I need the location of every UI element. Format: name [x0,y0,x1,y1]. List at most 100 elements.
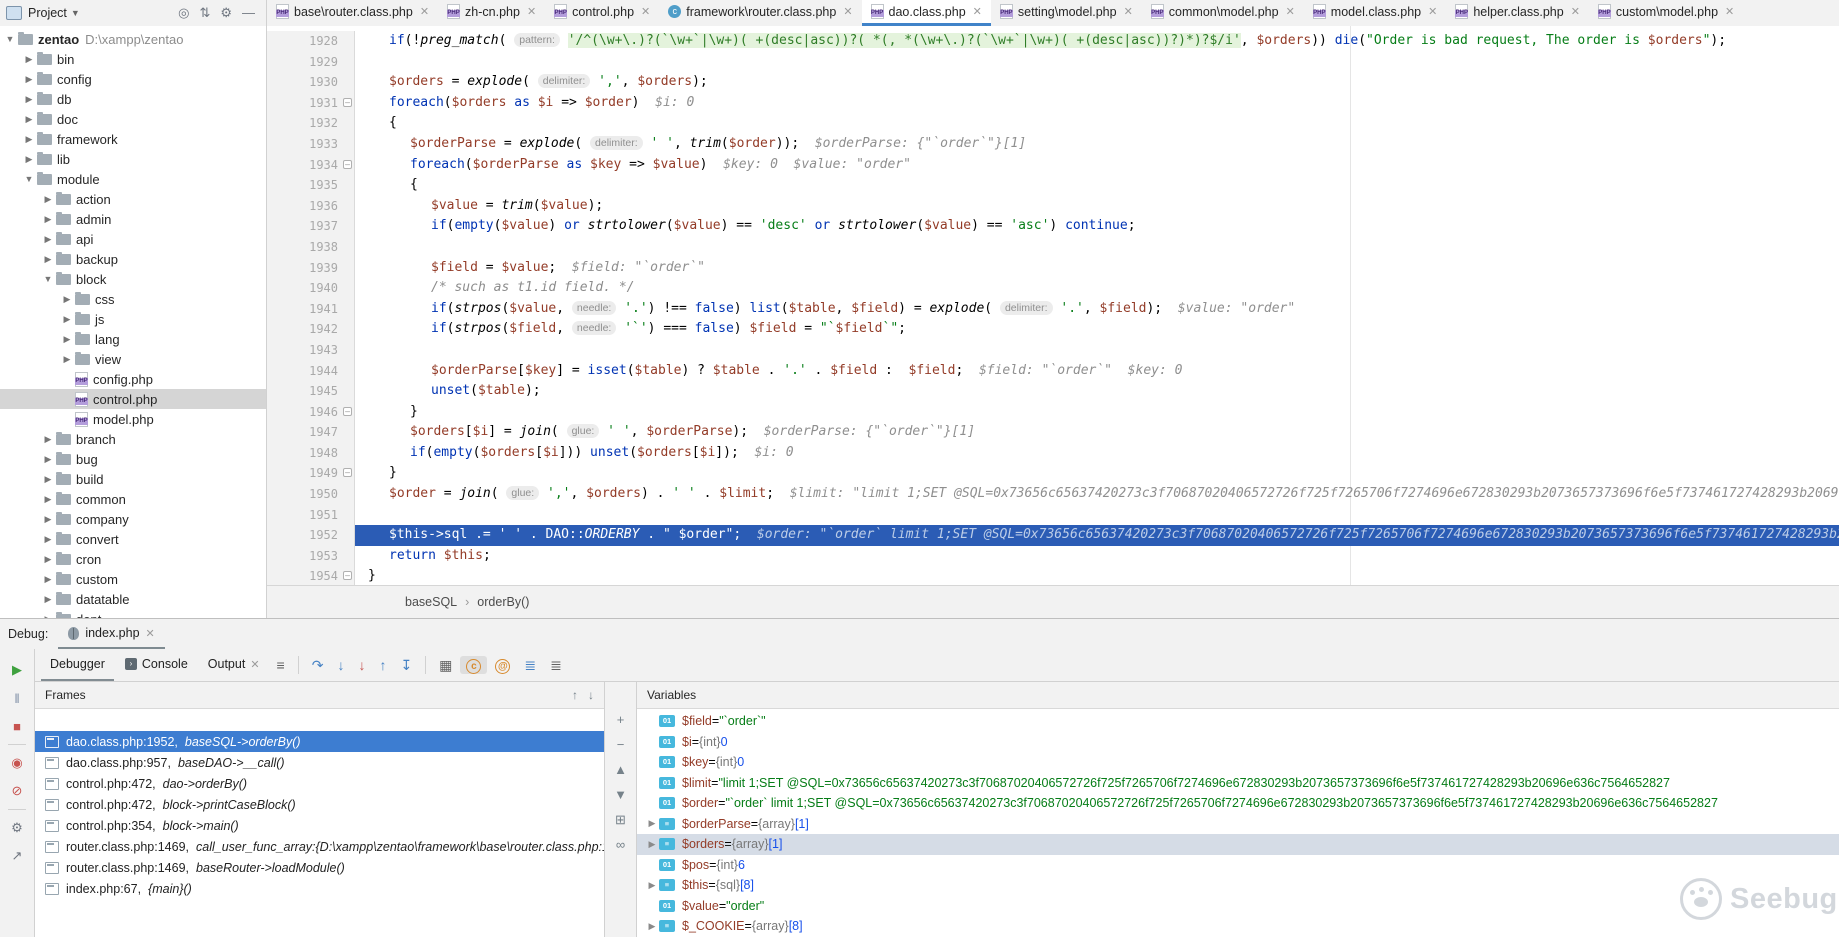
frame-down-icon[interactable]: ↓ [588,688,594,702]
code-text[interactable]: { [355,175,1839,196]
frame-row[interactable]: control.php:472, block->printCaseBlock() [35,794,604,815]
code-line-1932[interactable]: 1932 { [267,113,1839,134]
locate-icon[interactable]: ◎ [178,5,189,20]
add-to-watches-icon[interactable]: ≣ [544,657,568,674]
editor-tab[interactable]: zh-cn.php ✕ [438,0,545,26]
chevron-right-icon[interactable]: ▶ [42,514,54,525]
tree-item-control-php[interactable]: control.php [0,389,266,409]
code-text[interactable]: $order = join( glue: ',', $orders) . ' '… [355,484,1839,505]
tree-item-framework[interactable]: ▶ framework [0,129,266,149]
code-text[interactable]: $orders = explode( delimiter: ',', $orde… [355,72,1839,93]
tree-item-view[interactable]: ▶ view [0,349,266,369]
run-to-cursor-icon[interactable]: ↧ [394,657,418,674]
code-line-1937[interactable]: 1937 if(empty($value) or strtolower($valu… [267,216,1839,237]
close-icon[interactable]: ✕ [146,627,155,640]
fold-marker-icon[interactable]: – [343,97,352,107]
chevron-right-icon[interactable]: ▶ [645,818,659,829]
code-line-1928[interactable]: 1928 if(!preg_match( pattern: '/^(\w+\.)?… [267,31,1839,52]
code-text[interactable]: $orderParse[$key] = isset($table) ? $tab… [355,361,1839,382]
variable-row[interactable]: 01 $pos = {int} 6 [637,855,1839,876]
numbered-list-icon[interactable]: ≣ [518,657,542,674]
step-out-icon[interactable]: ↑ [373,657,392,673]
tree-item-js[interactable]: ▶ js [0,309,266,329]
frame-up-icon[interactable]: ↑ [572,688,578,702]
breadcrumb-method[interactable]: orderBy() [477,595,529,609]
frame-row[interactable]: router.class.php:1469, baseRouter->loadMo… [35,857,604,878]
close-icon[interactable]: ✕ [1428,5,1437,18]
code-text[interactable]: } [355,463,1839,484]
step-over-icon[interactable]: ↷ [306,657,330,674]
code-line-1953[interactable]: 1953 return $this; [267,545,1839,567]
chevron-down-icon[interactable]: ▼ [4,34,16,44]
code-line-1944[interactable]: 1944 $orderParse[$key] = isset($table) ? … [267,360,1839,382]
tree-item-model-php[interactable]: model.php [0,409,266,429]
fold-marker-icon[interactable]: – [343,406,352,416]
debug-tab-console[interactable]: › Console [116,649,197,681]
code-line-1930[interactable]: 1930 $orders = explode( delimiter: ',', $… [267,72,1839,93]
close-icon[interactable]: ✕ [1725,5,1734,18]
hide-panel-icon[interactable]: — [242,5,255,20]
code-text[interactable] [355,340,1839,361]
code-line-1929[interactable]: 1929 [267,51,1839,73]
code-text[interactable]: $value = trim($value); [355,196,1839,217]
editor-tab[interactable]: setting\model.php ✕ [991,0,1142,26]
code-line-1934[interactable]: 1934– foreach($orderParse as $key => $val… [267,154,1839,176]
tree-item-custom[interactable]: ▶ custom [0,569,266,589]
code-text[interactable]: return $this; [355,546,1839,567]
code-text[interactable]: $this->sql .= ' ' . DAO::ORDERBY . " $or… [355,525,1839,546]
code-line-1951[interactable]: 1951 [267,504,1839,526]
tree-item-config-php[interactable]: config.php [0,369,266,389]
editor-tab[interactable]: common\model.php ✕ [1142,0,1304,26]
tree-item-dept[interactable]: ▶dept [0,609,266,618]
close-icon[interactable]: ✕ [641,5,650,18]
chevron-right-icon[interactable]: ▶ [23,154,35,165]
chevron-right-icon[interactable]: ▶ [23,94,35,105]
tree-item-datatable[interactable]: ▶ datatable [0,589,266,609]
variables-list[interactable]: 01 $field = "`order`" 01 $i = {int} 0 01 $key… [637,709,1839,937]
remove-watch-icon[interactable]: − [617,737,625,762]
frames-list[interactable]: dao.class.php:1952, baseSQL->orderBy() dao… [35,709,604,937]
code-line-1952[interactable]: 1952 $this->sql .= ' ' . DAO::ORDERBY . "… [267,525,1839,546]
editor-tab[interactable]: dao.class.php ✕ [861,0,991,26]
tree-item-company[interactable]: ▶ company [0,509,266,529]
tree-item-zentao[interactable]: ▼ zentao D:\xampp\zentao [0,29,266,49]
code-line-1931[interactable]: 1931– foreach($orders as $i => $order) $i… [267,92,1839,114]
close-icon[interactable]: ✕ [843,5,852,18]
tree-item-branch[interactable]: ▶ branch [0,429,266,449]
variable-row[interactable]: 01 $i = {int} 0 [637,732,1839,753]
close-icon[interactable]: ✕ [420,5,429,18]
fold-marker-icon[interactable]: – [343,571,352,581]
chevron-right-icon[interactable]: ▶ [42,474,54,485]
code-text[interactable]: if(empty($orders[$i])) unset($orders[$i]… [355,443,1839,464]
code-text[interactable]: if(strpos($value, needle: '.') !== false… [355,299,1839,320]
tree-item-backup[interactable]: ▶ backup [0,249,266,269]
menu-icon[interactable]: ≡ [271,657,291,673]
code-text[interactable]: foreach($orders as $i => $order) $i: 0 [355,93,1839,114]
toggle-char-icon[interactable]: c [460,656,488,674]
editor-tab[interactable]: control.php ✕ [545,0,659,26]
close-icon[interactable]: ✕ [1124,5,1133,18]
tree-item-action[interactable]: ▶ action [0,189,266,209]
evaluate-icon[interactable]: ∞ [616,837,625,862]
chevron-right-icon[interactable]: ▶ [42,554,54,565]
pause-icon[interactable]: ‖ [14,684,19,712]
variable-row[interactable]: 01 $limit = "limit 1;SET @SQL=0x73656c656… [637,773,1839,794]
chevron-right-icon[interactable]: ▶ [42,594,54,605]
chevron-right-icon[interactable]: ▶ [42,214,54,225]
chevron-right-icon[interactable]: ▶ [23,134,35,145]
code-text[interactable]: if(empty($value) or strtolower($value) =… [355,216,1839,237]
chevron-right-icon[interactable]: ▶ [61,294,73,305]
code-line-1943[interactable]: 1943 [267,339,1839,361]
tree-item-cron[interactable]: ▶ cron [0,549,266,569]
code-text[interactable]: } [355,402,1839,423]
close-icon[interactable]: ✕ [1286,5,1295,18]
chevron-right-icon[interactable]: ▶ [61,334,73,345]
chevron-right-icon[interactable]: ▶ [42,494,54,505]
tree-item-bin[interactable]: ▶ bin [0,49,266,69]
code-line-1940[interactable]: 1940 /* such as t1.id field. */ [267,278,1839,299]
code-text[interactable] [355,52,1839,73]
frame-row[interactable]: control.php:354, block->main() [35,815,604,836]
code-line-1941[interactable]: 1941 if(strpos($value, needle: '.') !== f… [267,298,1839,320]
at-sign-icon[interactable]: @ [489,656,516,674]
frame-row[interactable]: control.php:472, dao->orderBy() [35,773,604,794]
